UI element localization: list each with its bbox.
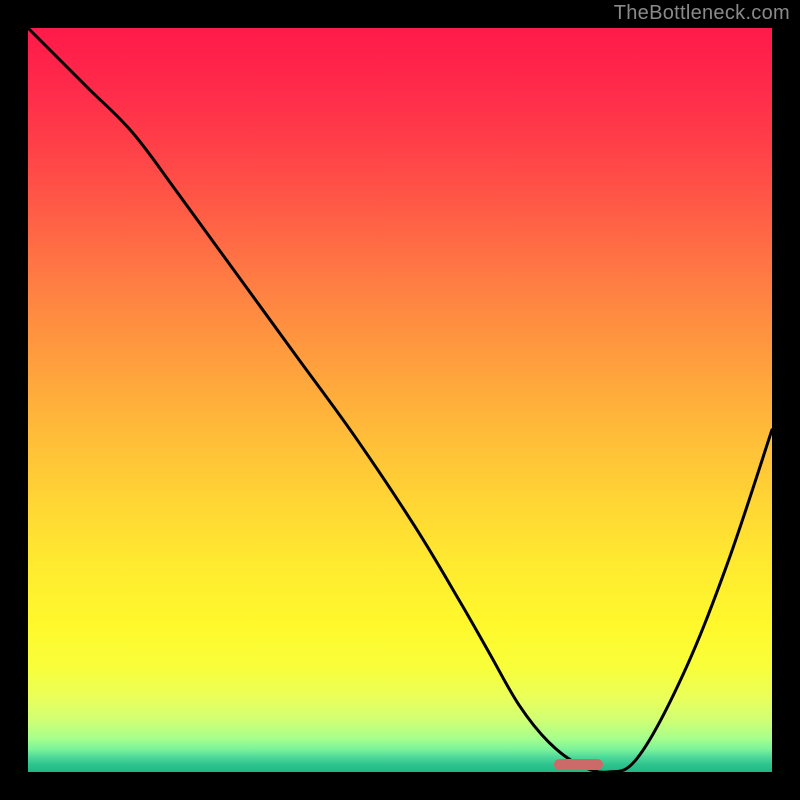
bottleneck-curve bbox=[28, 28, 772, 772]
watermark-text: TheBottleneck.com bbox=[614, 2, 790, 25]
highlight-pill bbox=[554, 759, 602, 771]
curve-svg bbox=[28, 28, 772, 772]
plot-area bbox=[28, 28, 772, 772]
chart-container: TheBottleneck.com bbox=[0, 0, 800, 800]
